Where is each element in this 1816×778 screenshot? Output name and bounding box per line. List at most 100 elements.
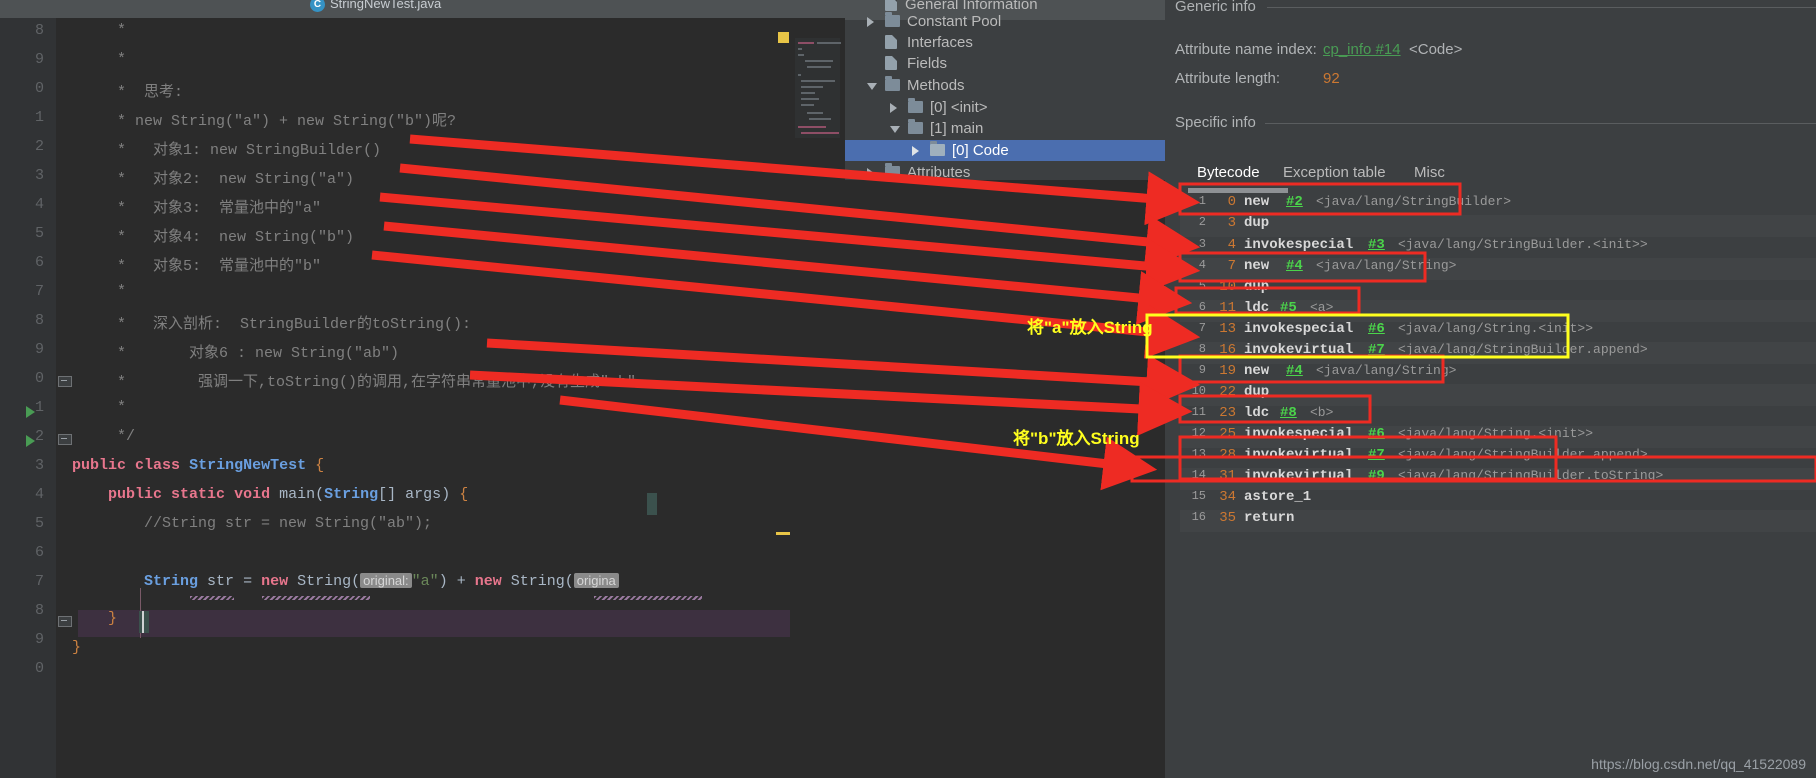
bytecode-cp-ref[interactable]: #4: [1286, 258, 1303, 274]
code-line: * 对象3: 常量池中的"a": [72, 200, 322, 217]
bytecode-cp-ref[interactable]: #4: [1286, 363, 1303, 379]
bytecode-row[interactable]: 10 22 dup: [1180, 384, 1816, 406]
bytecode-row[interactable]: 16 35 return: [1180, 510, 1816, 532]
bytecode-row[interactable]: 12 25 invokespecial #6 <java/lang/String.<in…: [1180, 426, 1816, 448]
bytecode-descriptor: <java/lang/StringBuilder.toString>: [1398, 468, 1664, 483]
tree-item-methods[interactable]: Methods: [845, 75, 1165, 96]
code-line: * 对象6 : new String("ab"): [72, 345, 400, 362]
bytecode-line-number: 4: [1198, 258, 1206, 272]
fold-toggle-method[interactable]: [58, 431, 72, 445]
fold-toggle-block[interactable]: [58, 613, 72, 627]
bytecode-row[interactable]: 3 4 invokespecial #3 <java/lang/StringBuilde…: [1180, 237, 1816, 259]
bytecode-row[interactable]: 14 31 invokevirtual #9 <java/lang/StringBuil…: [1180, 468, 1816, 490]
bytecode-row[interactable]: 1 0 new #2 <java/lang/StringBuilder>: [1180, 194, 1816, 216]
tree-item-fields[interactable]: Fields: [845, 53, 1165, 74]
run-class-marker[interactable]: [26, 406, 35, 418]
line-number: 8: [34, 602, 44, 619]
bytecode-row[interactable]: 7 13 invokespecial #6 <java/lang/String.<ini…: [1180, 321, 1816, 343]
bytecode-cp-ref[interactable]: #7: [1368, 447, 1385, 463]
line-number: 8: [34, 312, 44, 329]
bytecode-descriptor: <java/lang/String.<init>>: [1398, 426, 1594, 441]
section-divider: [1267, 7, 1816, 8]
bytecode-opcode: dup: [1244, 215, 1270, 231]
app-window: C StringNewTest.java 8 9 0 1 2 3 4 5 6 7…: [0, 0, 1816, 778]
editor-tab-title[interactable]: StringNewTest.java: [330, 0, 441, 11]
bytecode-row[interactable]: 11 23 ldc #8 <b>: [1180, 405, 1816, 427]
bytecode-cp-ref[interactable]: #3: [1368, 237, 1385, 253]
tree-item-interfaces[interactable]: Interfaces: [845, 32, 1165, 53]
bytecode-cp-ref[interactable]: #7: [1368, 342, 1385, 358]
editor-body[interactable]: 8 9 0 1 2 3 4 5 6 7 8 9 0 1 2 3 4 5 6 7 …: [0, 18, 845, 778]
chevron-down-icon[interactable]: [890, 126, 900, 133]
keyword-static: static: [171, 486, 226, 503]
active-tab-underline: [1197, 183, 1265, 185]
cp-info-link[interactable]: cp_info #14: [1323, 41, 1401, 58]
inspection-warning-marker[interactable]: [778, 32, 789, 43]
line-number: 6: [34, 254, 44, 271]
bytecode-cp-ref[interactable]: #2: [1286, 194, 1303, 210]
bytecode-cp-ref[interactable]: #6: [1368, 321, 1385, 337]
chevron-right-icon[interactable]: [912, 146, 919, 156]
attribute-length-value: 92: [1323, 70, 1340, 87]
bytecode-cp-ref[interactable]: #5: [1280, 300, 1297, 316]
run-method-marker[interactable]: [26, 435, 35, 447]
chevron-right-icon[interactable]: [890, 103, 897, 113]
bytecode-line-number: 6: [1198, 300, 1206, 314]
tree-item-method-main[interactable]: [1] main: [845, 118, 1165, 139]
bytecode-row[interactable]: 8 16 invokevirtual #7 <java/lang/StringBuild…: [1180, 342, 1816, 364]
open-brace: {: [315, 457, 325, 474]
fold-toggle-comment[interactable]: [58, 373, 72, 387]
code-line: * 对象2: new String("a"): [72, 171, 355, 188]
bytecode-row[interactable]: 2 3 dup: [1180, 215, 1816, 237]
bytecode-descriptor: <java/lang/StringBuilder.<init>>: [1398, 237, 1648, 252]
chevron-down-icon[interactable]: [867, 83, 877, 90]
bytecode-descriptor: <java/lang/StringBuilder.append>: [1398, 342, 1648, 357]
bytecode-line-number: 11: [1191, 405, 1206, 419]
bytecode-cp-ref[interactable]: #9: [1368, 468, 1385, 484]
code-line: * new String("a") + new String("b")呢?: [72, 113, 457, 130]
bytecode-row[interactable]: 5 10 dup: [1180, 279, 1816, 301]
chevron-right-icon[interactable]: [867, 168, 874, 178]
chevron-right-icon[interactable]: [867, 17, 874, 27]
classfile-structure-tree[interactable]: General Information Constant Pool Interf…: [845, 0, 1165, 778]
line-number: 4: [34, 196, 44, 213]
keyword-new: new: [261, 573, 289, 590]
bytecode-row[interactable]: 4 7 new #4 <java/lang/String>: [1180, 258, 1816, 280]
bytecode-row[interactable]: 15 34 astore_1: [1180, 489, 1816, 511]
bytecode-descriptor: <b>: [1310, 405, 1334, 420]
bytecode-line-number: 2: [1198, 215, 1206, 229]
tab-bytecode[interactable]: Bytecode: [1197, 164, 1260, 181]
bytecode-offset: 31: [1219, 468, 1236, 484]
folder-icon: [885, 163, 900, 178]
tree-item-method-init[interactable]: [0] <init>: [845, 97, 1165, 118]
bytecode-scrollbar-thumb[interactable]: [1188, 188, 1288, 193]
code-line: * 深入剖析: StringBuilder的toString():: [72, 316, 472, 333]
fold-gutter[interactable]: [56, 18, 78, 778]
line-number: 3: [34, 457, 44, 474]
bytecode-row[interactable]: 9 19 new #4 <java/lang/String>: [1180, 363, 1816, 385]
folder-icon: [885, 76, 900, 91]
bytecode-offset: 19: [1219, 363, 1236, 379]
bytecode-line-number: 9: [1198, 363, 1206, 377]
inspection-marker[interactable]: [776, 532, 790, 535]
generic-info-header: Generic info: [1175, 0, 1256, 15]
attribute-name-index-type: <Code>: [1409, 41, 1463, 58]
tab-exception-table[interactable]: Exception table: [1283, 164, 1386, 181]
bytecode-opcode: new: [1244, 258, 1270, 274]
bytecode-row[interactable]: 6 11 ldc #5 <a>: [1180, 300, 1816, 322]
bytecode-line-number: 5: [1198, 279, 1206, 293]
tree-item-constant-pool[interactable]: Constant Pool: [845, 11, 1165, 32]
param-name-token: args: [405, 486, 442, 503]
code-line: * 对象4: new String("b"): [72, 229, 355, 246]
bytecode-offset: 25: [1219, 426, 1236, 442]
bytecode-cp-ref[interactable]: #8: [1280, 405, 1297, 421]
bytecode-line-number: 15: [1191, 489, 1206, 503]
editor-scrollbar[interactable]: [790, 36, 845, 778]
line-number: 1: [34, 109, 44, 126]
tab-misc[interactable]: Misc: [1414, 164, 1445, 181]
tree-item-code-attribute[interactable]: [0] Code: [845, 140, 1165, 161]
bytecode-cp-ref[interactable]: #6: [1368, 426, 1385, 442]
editor-minimap[interactable]: [795, 38, 841, 138]
bytecode-row[interactable]: 13 28 invokevirtual #7 <java/lang/StringBuil…: [1180, 447, 1816, 469]
line-number: 9: [34, 631, 44, 648]
